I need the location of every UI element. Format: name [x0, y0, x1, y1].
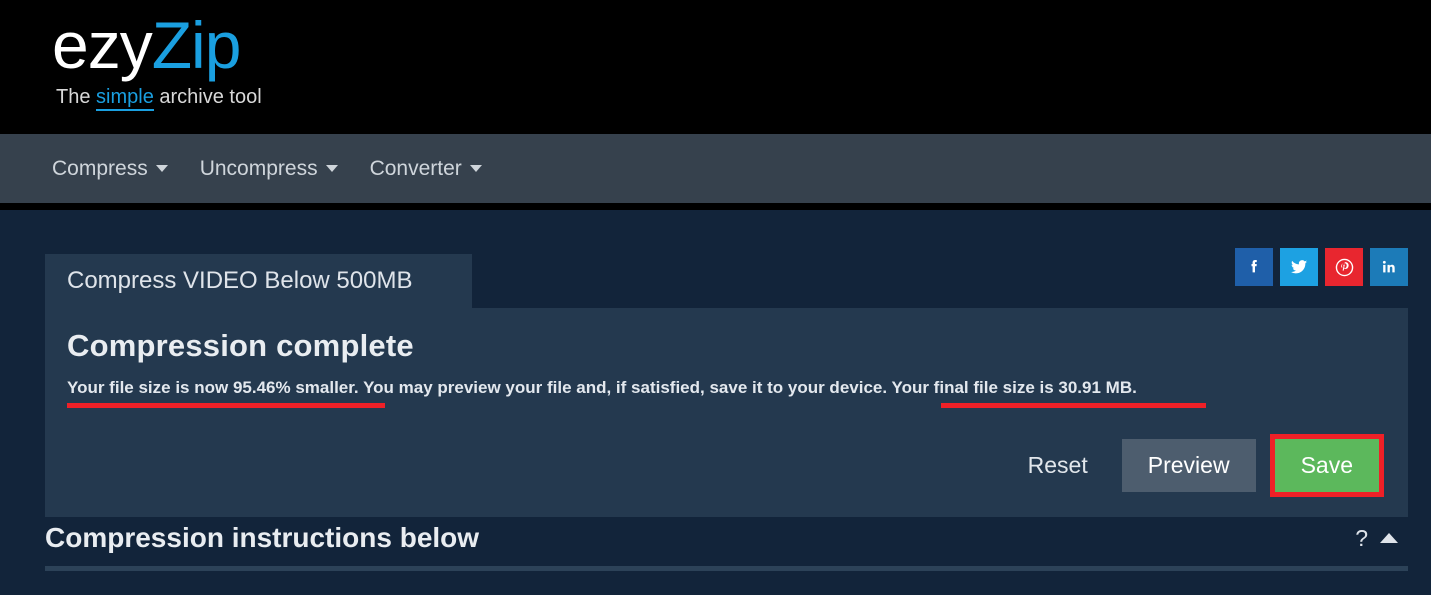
site-masthead: ezyZip The simple archive tool — [0, 0, 1431, 134]
instructions-section: Compression instructions below ? — [45, 522, 1408, 571]
annotation-box-save: Save — [1269, 434, 1384, 497]
tagline-prefix: The — [56, 86, 97, 108]
card-body: Compression complete Your file size is n… — [45, 308, 1408, 517]
save-button[interactable]: Save — [1274, 439, 1379, 492]
nav-item-converter-label: Converter — [369, 156, 462, 180]
instructions-header: Compression instructions below ? — [45, 522, 1408, 566]
logo-text-zip: Zip — [151, 8, 242, 82]
share-linkedin-button[interactable] — [1370, 248, 1408, 286]
instructions-divider — [45, 566, 1408, 571]
page-content: Compress VIDEO Below 500MB Compression c… — [0, 210, 1431, 595]
tab-compress-video[interactable]: Compress VIDEO Below 500MB — [45, 254, 472, 308]
reset-button[interactable]: Reset — [1008, 439, 1108, 492]
facebook-icon — [1244, 257, 1264, 277]
instructions-controls: ? — [1355, 525, 1408, 552]
chevron-down-icon — [155, 165, 168, 172]
annotation-underline-filesize — [941, 403, 1206, 408]
instructions-title: Compression instructions below — [45, 522, 480, 553]
logo-text-ezy: ezy — [52, 8, 153, 82]
chevron-down-icon — [325, 165, 338, 172]
nav-item-uncompress-label: Uncompress — [199, 156, 318, 180]
linkedin-icon — [1379, 257, 1399, 277]
twitter-icon — [1288, 256, 1310, 278]
site-tagline: The simple archive tool — [56, 86, 262, 111]
nav-item-uncompress[interactable]: Uncompress — [200, 157, 338, 181]
tab-compress-video-label: Compress VIDEO Below 500MB — [67, 267, 413, 294]
chevron-down-icon — [469, 165, 482, 172]
nav-item-compress[interactable]: Compress — [52, 157, 168, 181]
annotation-underline-percent — [67, 403, 385, 408]
help-question-icon[interactable]: ? — [1355, 525, 1368, 552]
card-tabstrip: Compress VIDEO Below 500MB — [45, 248, 1408, 308]
result-title: Compression complete — [67, 328, 414, 363]
preview-button[interactable]: Preview — [1121, 439, 1256, 492]
logo-text: ezyZip — [52, 8, 262, 82]
share-twitter-button[interactable] — [1280, 248, 1318, 286]
social-share-group — [1235, 248, 1408, 286]
result-message-text: Your file size is now 95.46% smaller. Yo… — [67, 378, 1137, 397]
share-pinterest-button[interactable] — [1325, 248, 1363, 286]
nav-item-converter[interactable]: Converter — [370, 157, 482, 181]
chevron-up-icon[interactable] — [1380, 533, 1398, 543]
nav-item-compress-label: Compress — [52, 156, 148, 180]
main-navigation: Compress Uncompress Converter — [0, 134, 1431, 203]
site-logo[interactable]: ezyZip The simple archive tool — [52, 8, 262, 111]
tagline-suffix: archive tool — [153, 86, 262, 108]
navbar-divider — [0, 203, 1431, 210]
tagline-link-simple[interactable]: simple — [96, 86, 154, 111]
pinterest-icon — [1334, 257, 1355, 278]
result-message: Your file size is now 95.46% smaller. Yo… — [67, 378, 1386, 408]
share-facebook-button[interactable] — [1235, 248, 1273, 286]
compression-card: Compress VIDEO Below 500MB Compression c… — [45, 248, 1408, 517]
card-action-buttons: Reset Preview Save — [57, 434, 1386, 497]
